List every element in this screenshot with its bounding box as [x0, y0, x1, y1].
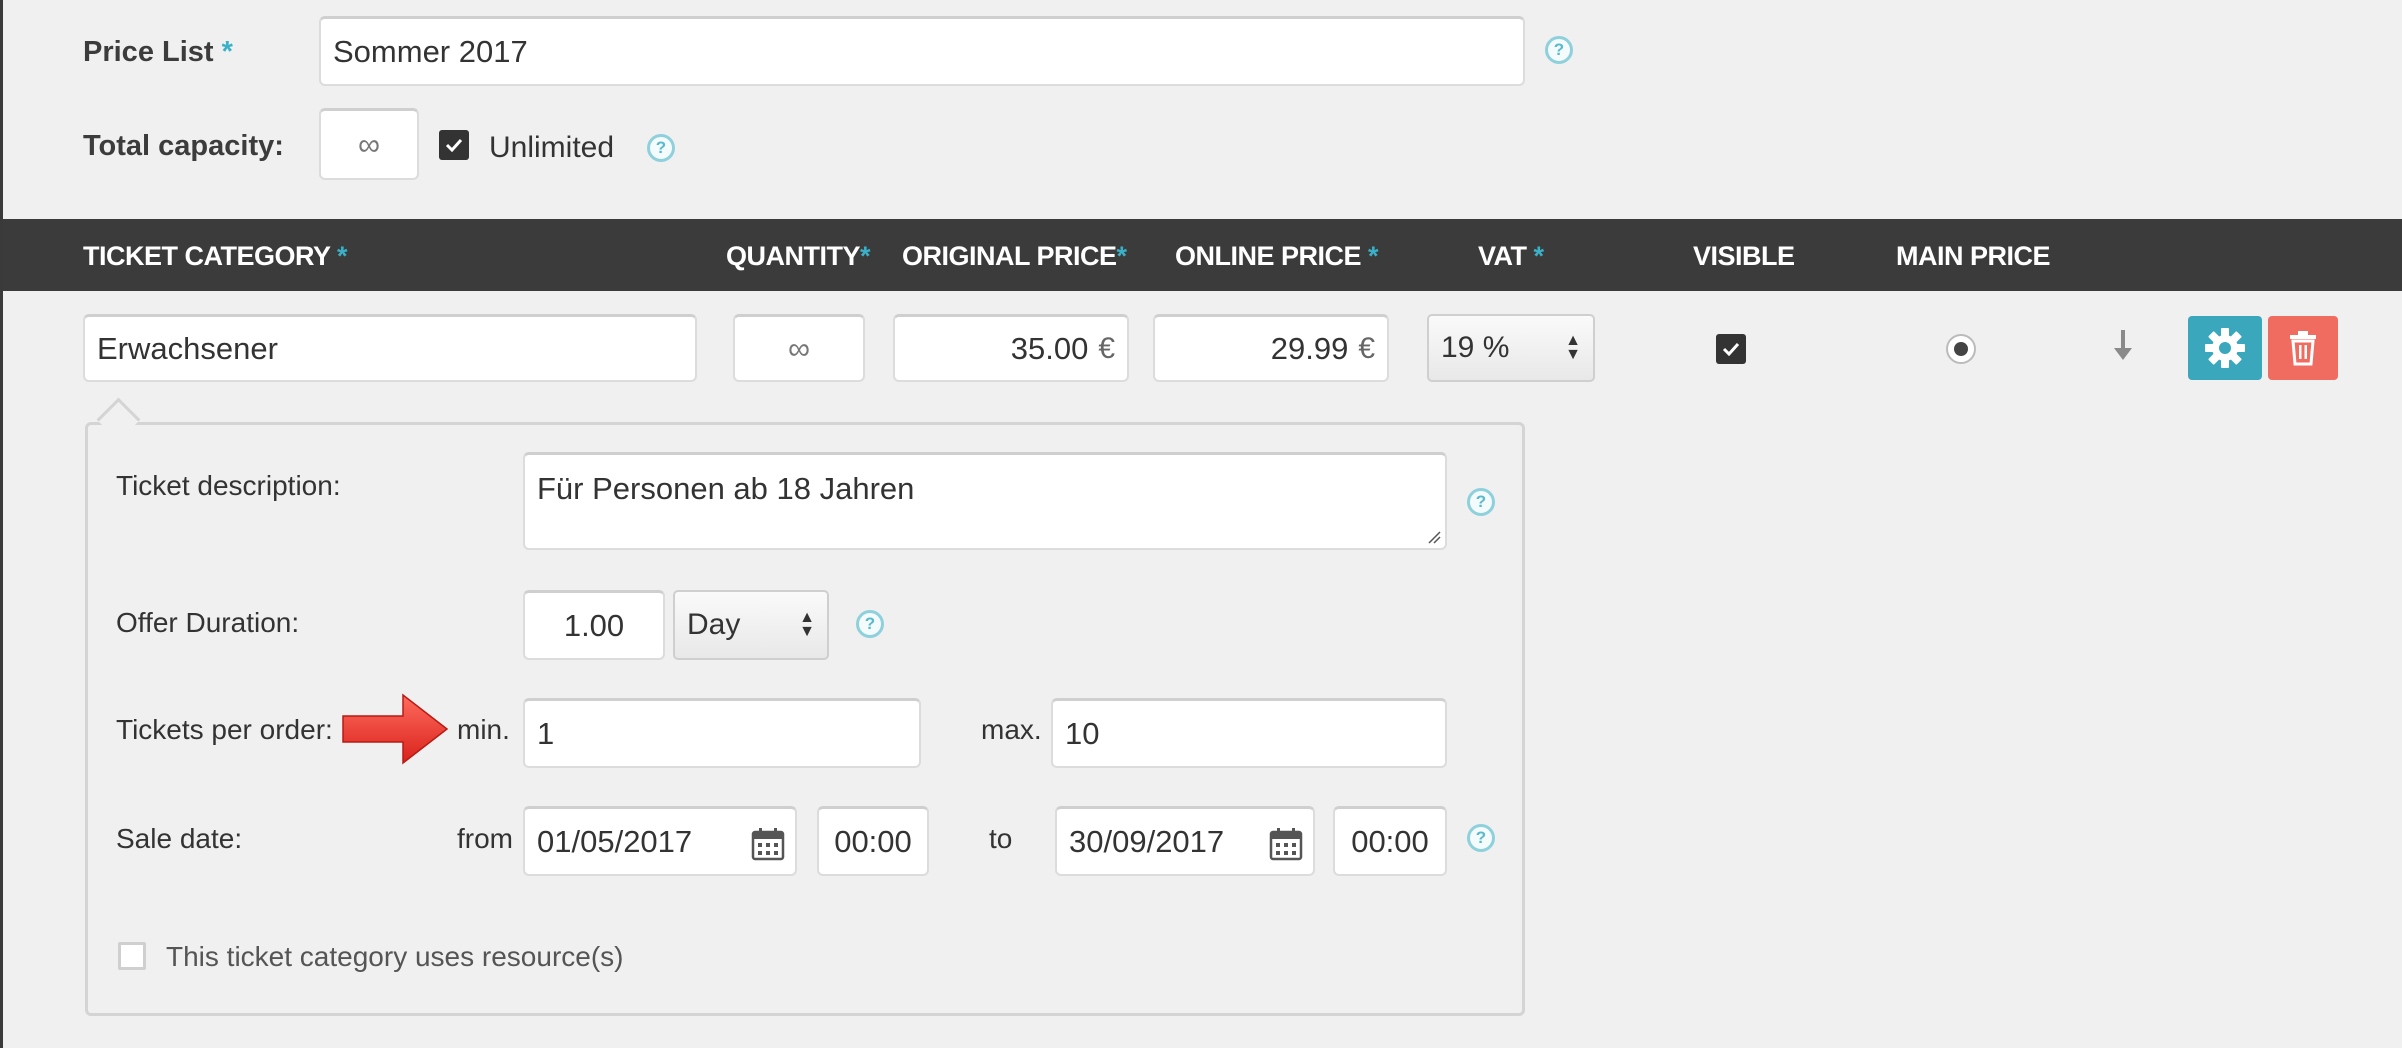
sale-from-time-input[interactable]: 00:00 — [817, 806, 929, 876]
radio-dot — [1954, 342, 1968, 356]
header-vat: VAT * — [1478, 241, 1544, 272]
arrow-down-icon[interactable] — [2111, 328, 2135, 369]
sale-from-date-value: 01/05/2017 — [537, 824, 693, 859]
price-list-input[interactable]: Sommer 2017 — [319, 16, 1525, 86]
total-capacity-input[interactable]: ∞ — [319, 108, 419, 180]
unlimited-checkbox[interactable] — [439, 130, 469, 160]
to-label: to — [989, 823, 1013, 854]
vat-value: 19 % — [1441, 331, 1510, 364]
calendar-icon[interactable] — [751, 827, 785, 861]
capacity-help-icon[interactable]: ? — [647, 134, 675, 162]
required-star: * — [1533, 241, 1545, 271]
settings-button[interactable] — [2188, 316, 2262, 380]
header-original-price-text: ORIGINAL PRICE — [902, 241, 1117, 271]
required-star: * — [221, 36, 233, 68]
ticket-description-textarea[interactable]: Für Personen ab 18 Jahren — [523, 452, 1447, 550]
ticket-category-value: Erwachsener — [97, 331, 278, 366]
offer-duration-label: Offer Duration: — [116, 607, 300, 638]
offer-duration-value: 1.00 — [563, 608, 625, 643]
total-capacity-label: Total capacity: — [83, 130, 284, 162]
price-list-help-icon[interactable]: ? — [1545, 36, 1573, 64]
header-quantity: QUANTITY* — [726, 241, 871, 272]
visible-checkbox[interactable] — [1716, 334, 1746, 364]
help-glyph: ? — [1553, 40, 1565, 59]
required-star: * — [1368, 241, 1379, 271]
online-price-value: 29.99 — [1270, 331, 1349, 366]
sale-date-help-icon[interactable]: ? — [1467, 824, 1495, 852]
min-label: min. — [457, 714, 510, 745]
resources-checkbox[interactable] — [118, 942, 146, 970]
max-tickets-input[interactable]: 10 — [1051, 698, 1447, 768]
header-ticket-category: TICKET CATEGORY * — [83, 241, 348, 272]
offer-duration-unit-value: Day — [687, 608, 741, 641]
ticket-category-input[interactable]: Erwachsener — [83, 314, 697, 382]
max-label: max. — [981, 714, 1042, 745]
quantity-value: ∞ — [787, 331, 811, 366]
sale-date-label: Sale date: — [116, 823, 243, 854]
vat-select[interactable]: 19 % ▲ ▼ — [1427, 314, 1595, 382]
original-price-input[interactable]: 35.00 € — [893, 314, 1129, 382]
sale-from-time-value: 00:00 — [834, 824, 912, 859]
tickets-per-order-label: Tickets per order: — [116, 714, 333, 745]
sale-from-date-input[interactable]: 01/05/2017 — [523, 806, 797, 876]
delete-button[interactable] — [2268, 316, 2338, 380]
header-quantity-text: QUANTITY — [726, 241, 861, 271]
min-tickets-input[interactable]: 1 — [523, 698, 921, 768]
ticket-description-value: Für Personen ab 18 Jahren — [537, 471, 915, 506]
gear-icon — [2205, 328, 2245, 368]
header-online-price: ONLINE PRICE * — [1175, 241, 1379, 272]
help-glyph: ? — [1475, 492, 1487, 511]
sale-to-time-input[interactable]: 00:00 — [1333, 806, 1447, 876]
price-list-label-text: Price List — [83, 36, 214, 68]
resize-handle-icon[interactable] — [1427, 530, 1441, 544]
description-help-icon[interactable]: ? — [1467, 488, 1495, 516]
main-price-radio[interactable] — [1946, 334, 1976, 364]
currency-symbol: € — [1358, 331, 1375, 365]
header-vat-text: VAT — [1478, 241, 1527, 271]
price-list-label: Price List * — [83, 36, 233, 69]
select-arrows-icon: ▲ ▼ — [799, 609, 815, 640]
help-glyph: ? — [1475, 828, 1487, 847]
red-arrow-icon — [341, 692, 451, 771]
price-list-value: Sommer 2017 — [333, 34, 528, 69]
min-tickets-value: 1 — [537, 716, 555, 751]
header-visible: VISIBLE — [1693, 241, 1795, 271]
quantity-input[interactable]: ∞ — [733, 314, 865, 382]
header-main-price: MAIN PRICE — [1896, 241, 2051, 271]
header-ticket-category-text: TICKET CATEGORY — [83, 241, 331, 271]
header-online-price-text: ONLINE PRICE — [1175, 241, 1362, 271]
unlimited-label: Unlimited — [489, 131, 615, 164]
help-glyph: ? — [864, 614, 876, 633]
header-original-price: ORIGINAL PRICE* — [902, 241, 1127, 272]
required-star: * — [337, 241, 348, 271]
checkmark-icon — [1722, 342, 1740, 356]
total-capacity-value: ∞ — [357, 127, 381, 162]
checkmark-icon — [445, 138, 463, 152]
ticket-editor: Price List * Sommer 2017 ? Total capacit… — [0, 0, 2402, 1048]
required-star: * — [860, 241, 871, 271]
help-glyph: ? — [655, 138, 667, 157]
online-price-input[interactable]: 29.99 € — [1153, 314, 1389, 382]
from-label: from — [457, 823, 513, 854]
select-arrows-icon: ▲ ▼ — [1565, 332, 1581, 363]
max-tickets-value: 10 — [1065, 716, 1100, 751]
ticket-description-label: Ticket description: — [116, 470, 341, 501]
original-price-value: 35.00 — [1010, 331, 1089, 366]
duration-help-icon[interactable]: ? — [856, 610, 884, 638]
required-star: * — [1116, 241, 1128, 271]
trash-icon — [2290, 331, 2316, 366]
currency-symbol: € — [1098, 331, 1115, 365]
offer-duration-unit-select[interactable]: Day ▲ ▼ — [673, 590, 829, 660]
calendar-icon[interactable] — [1269, 827, 1303, 861]
sale-to-date-input[interactable]: 30/09/2017 — [1055, 806, 1315, 876]
resources-label: This ticket category uses resource(s) — [166, 941, 624, 972]
sale-to-time-value: 00:00 — [1351, 824, 1429, 859]
offer-duration-input[interactable]: 1.00 — [523, 590, 665, 660]
sale-to-date-value: 30/09/2017 — [1069, 824, 1225, 859]
